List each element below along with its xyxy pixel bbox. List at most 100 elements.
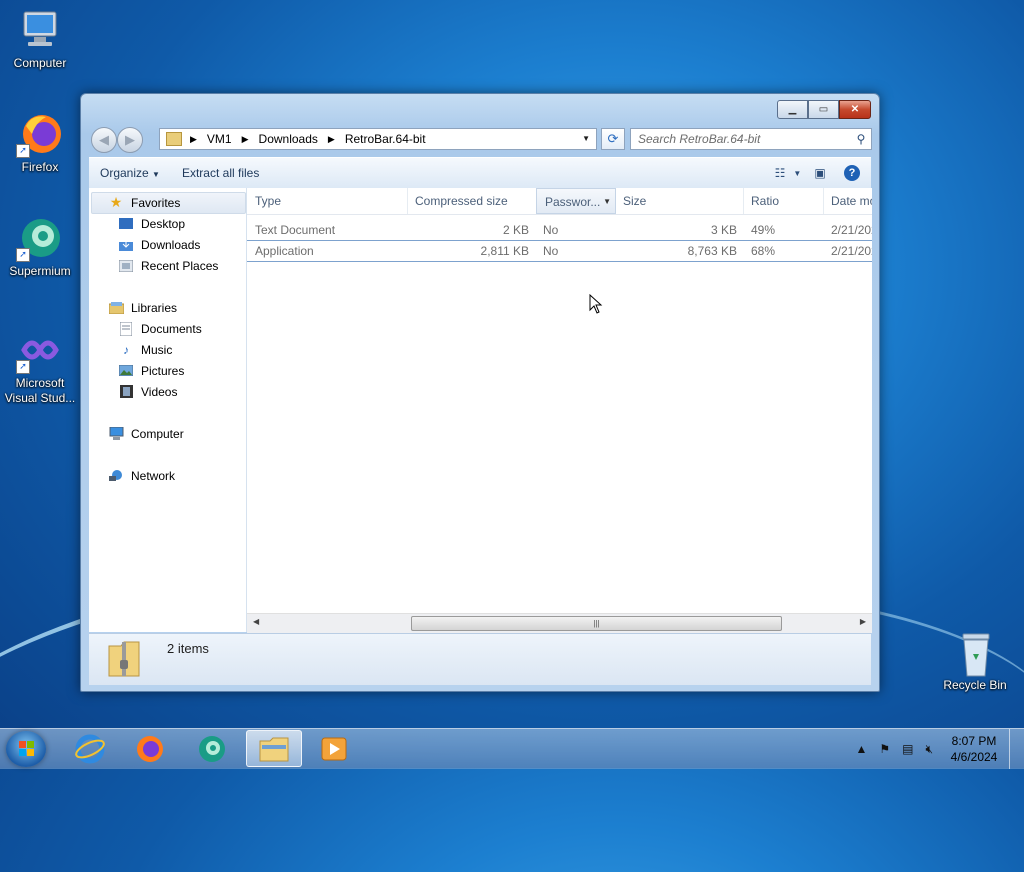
file-list[interactable]: Type Compressed size Passwor... ▼ Size Ra…: [247, 188, 872, 632]
nav-music[interactable]: ♪ Music: [118, 339, 172, 360]
scrollbar-thumb[interactable]: |||: [411, 616, 782, 631]
nav-recent-places[interactable]: Recent Places: [118, 255, 218, 276]
taskbar-supermium[interactable]: [184, 730, 240, 767]
forward-button[interactable]: ▶: [117, 127, 143, 153]
network-icon: [108, 469, 124, 483]
network-tray-icon[interactable]: ▤: [902, 742, 913, 756]
action-center-flag-icon[interactable]: ⚑: [879, 742, 890, 756]
column-date-modified[interactable]: Date mo: [823, 188, 872, 214]
table-row[interactable]: Application 2,811 KB No 8,763 KB 68% 2/2…: [247, 241, 872, 262]
show-desktop-button[interactable]: [1009, 729, 1024, 769]
taskbar-firefox[interactable]: [122, 730, 178, 767]
desktop-icon-firefox[interactable]: ➚ Firefox: [0, 112, 80, 175]
clock-time: 8:07 PM: [951, 734, 997, 748]
breadcrumb-vm1[interactable]: VM1: [207, 132, 232, 146]
scroll-left-icon[interactable]: ◀: [253, 617, 259, 626]
search-box[interactable]: Search RetroBar.64-bit ⚲: [630, 128, 872, 150]
extract-all-button[interactable]: Extract all files: [171, 166, 270, 180]
maximize-button[interactable]: ▭: [808, 100, 839, 119]
scroll-right-icon[interactable]: ▶: [860, 617, 866, 626]
address-bar[interactable]: ▶ VM1 ▶ Downloads ▶ RetroBar.64-bit ▼: [159, 128, 597, 150]
system-tray: ▲ ⚑ ▤ 🔇︎ 8:07 PM 4/6/2024: [849, 729, 1024, 769]
recycle-bin-icon: [953, 630, 997, 677]
desktop-icon-visual-studio[interactable]: ➚ Microsoft Visual Stud...: [0, 328, 80, 406]
cell-size: 3 KB: [710, 223, 737, 237]
back-button[interactable]: ◀: [91, 127, 117, 153]
desktop-icon-computer[interactable]: Computer: [0, 8, 80, 71]
caption-buttons: ▁ ▭ ✕: [777, 100, 871, 119]
breadcrumb-downloads[interactable]: Downloads: [259, 132, 318, 146]
zip-folder-icon: [107, 640, 141, 678]
refresh-button[interactable]: ⟳: [601, 128, 625, 150]
minimize-button[interactable]: ▁: [777, 100, 808, 119]
nav-computer[interactable]: Computer: [108, 423, 184, 444]
cell-date-modified: 2/21/202: [831, 223, 872, 237]
nav-downloads[interactable]: Downloads: [118, 234, 200, 255]
volume-muted-icon[interactable]: 🔇︎: [925, 742, 933, 757]
nav-documents[interactable]: Documents: [118, 318, 202, 339]
chevron-right-icon: ▶: [327, 133, 335, 144]
column-ratio[interactable]: Ratio: [743, 188, 824, 214]
column-type[interactable]: Type: [247, 188, 408, 214]
column-password[interactable]: Passwor... ▼: [536, 188, 616, 214]
taskbar-explorer[interactable]: [246, 730, 302, 767]
nav-label: Pictures: [141, 363, 185, 378]
show-hidden-icons-icon[interactable]: ▲: [855, 742, 867, 756]
view-options-icon[interactable]: ☷ ▼: [775, 162, 802, 184]
clock[interactable]: 8:07 PM 4/6/2024: [939, 733, 1009, 765]
desktop-icon-label: Microsoft Visual Stud...: [4, 376, 76, 405]
column-compressed-size[interactable]: Compressed size: [407, 188, 537, 214]
documents-icon: [118, 321, 134, 336]
close-button[interactable]: ✕: [839, 100, 871, 119]
videos-icon: [118, 385, 134, 399]
horizontal-scrollbar[interactable]: ◀ ||| ▶: [247, 613, 872, 633]
media-player-icon: [321, 737, 347, 760]
cell-size: 8,763 KB: [687, 244, 737, 258]
help-icon: ?: [844, 165, 860, 181]
column-header-row: Type Compressed size Passwor... ▼ Size Ra…: [247, 188, 872, 215]
firefox-icon: [137, 735, 163, 762]
explorer-window[interactable]: ▁ ▭ ✕ ◀ ▶ ▶ VM1 ▶ Downloads ▶ RetroBar.6…: [80, 93, 880, 692]
taskbar-internet-explorer[interactable]: [62, 730, 118, 767]
supermium-icon: [199, 735, 225, 762]
help-button[interactable]: ?: [839, 162, 865, 184]
nav-label: Videos: [141, 384, 178, 399]
nav-label: Favorites: [131, 195, 181, 210]
preview-pane-icon[interactable]: ▣: [807, 162, 833, 184]
mouse-cursor-icon: [589, 294, 603, 314]
nav-pictures[interactable]: Pictures: [118, 360, 184, 381]
start-button[interactable]: [6, 731, 46, 767]
desktop-icon-recycle-bin[interactable]: Recycle Bin: [935, 630, 1015, 693]
chevron-right-icon: ▶: [241, 133, 249, 144]
navigation-pane: ★ Favorites Desktop Downloads Recent Plac…: [89, 188, 247, 632]
nav-label: Computer: [131, 426, 184, 441]
desktop-icon-supermium[interactable]: ➚ Supermium: [0, 216, 80, 279]
taskbar-media-player[interactable]: [306, 730, 362, 767]
nav-videos[interactable]: Videos: [118, 381, 177, 402]
chevron-down-icon[interactable]: ▼: [603, 189, 611, 213]
navigation-bar: ◀ ▶ ▶ VM1 ▶ Downloads ▶ RetroBar.64-bit …: [89, 127, 872, 153]
folder-icon: [259, 737, 289, 761]
chevron-right-icon: ▶: [190, 133, 197, 144]
column-size[interactable]: Size: [615, 188, 744, 214]
libraries-icon: [108, 301, 124, 315]
nav-label: Music: [141, 342, 173, 357]
breadcrumb-retrobar[interactable]: RetroBar.64-bit: [345, 132, 426, 146]
shortcut-arrow-icon: ➚: [16, 144, 30, 158]
table-row[interactable]: Text Document 2 KB No 3 KB 49% 2/21/202: [247, 220, 872, 241]
nav-network[interactable]: Network: [108, 465, 175, 486]
organize-label: Organize: [100, 166, 149, 180]
visual-studio-icon: ➚: [16, 328, 62, 374]
desktop-icon: [118, 217, 134, 231]
nav-desktop[interactable]: Desktop: [118, 213, 185, 234]
shortcut-arrow-icon: ➚: [16, 360, 30, 374]
nav-favorites[interactable]: ★ Favorites: [108, 192, 181, 213]
organize-button[interactable]: Organize ▼: [89, 166, 171, 180]
search-icon[interactable]: ⚲: [851, 132, 871, 146]
cell-compressed-size: 2 KB: [502, 223, 529, 237]
search-input[interactable]: Search RetroBar.64-bit: [631, 132, 851, 146]
nav-libraries[interactable]: Libraries: [108, 297, 177, 318]
chevron-down-icon[interactable]: ▼: [582, 134, 590, 143]
nav-label: Recent Places: [141, 258, 219, 273]
star-icon: ★: [109, 194, 123, 210]
